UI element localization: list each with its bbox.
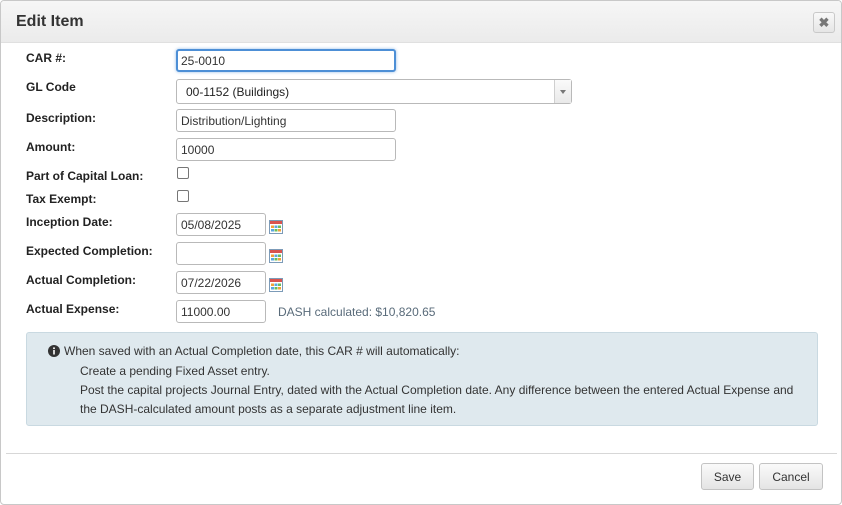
info-item-journal-entry: Post the capital projects Journal Entry,… xyxy=(80,383,794,416)
info-box: When saved with an Actual Completion dat… xyxy=(26,332,818,426)
close-icon: ✖ xyxy=(818,15,830,30)
actual-expense-label: Actual Expense: xyxy=(26,302,120,316)
calendar-icon[interactable] xyxy=(269,278,283,292)
info-item-fixed-asset: Create a pending Fixed Asset entry. xyxy=(80,364,270,378)
calendar-icon[interactable] xyxy=(269,220,283,234)
gl-code-label: GL Code xyxy=(26,80,76,94)
info-intro: When saved with an Actual Completion dat… xyxy=(64,344,460,358)
actual-completion-label: Actual Completion: xyxy=(26,273,136,287)
inception-date-input[interactable] xyxy=(176,213,266,236)
dialog-titlebar: Edit Item ✖ xyxy=(1,1,841,43)
calendar-icon[interactable] xyxy=(269,249,283,263)
description-input[interactable] xyxy=(176,109,396,132)
expected-completion-label: Expected Completion: xyxy=(26,244,153,258)
car-number-input[interactable] xyxy=(176,49,396,72)
capital-loan-label: Part of Capital Loan: xyxy=(26,169,144,183)
tax-exempt-checkbox[interactable] xyxy=(177,190,189,202)
chevron-down-icon[interactable] xyxy=(554,80,571,103)
edit-item-dialog: Edit Item ✖ CAR #: GL Code 00-1152 (Buil… xyxy=(0,0,842,505)
footer-divider xyxy=(6,453,837,454)
amount-label: Amount: xyxy=(26,140,76,154)
amount-input[interactable] xyxy=(176,138,396,161)
close-button[interactable]: ✖ xyxy=(813,12,835,33)
dash-calculated-text: DASH calculated: $10,820.65 xyxy=(278,305,436,319)
actual-completion-input[interactable] xyxy=(176,271,266,294)
info-icon xyxy=(48,345,60,357)
expected-completion-input[interactable] xyxy=(176,242,266,265)
gl-code-select[interactable]: 00-1152 (Buildings) xyxy=(176,79,572,104)
description-label: Description: xyxy=(26,111,97,125)
inception-date-label: Inception Date: xyxy=(26,215,113,229)
dialog-title: Edit Item xyxy=(16,13,84,30)
gl-code-selected-value: 00-1152 (Buildings) xyxy=(186,85,290,99)
cancel-button[interactable]: Cancel xyxy=(759,463,823,490)
tax-exempt-label: Tax Exempt: xyxy=(26,192,97,206)
save-button[interactable]: Save xyxy=(701,463,754,490)
actual-expense-input[interactable] xyxy=(176,300,266,323)
capital-loan-checkbox[interactable] xyxy=(177,167,189,179)
car-label: CAR #: xyxy=(26,51,67,65)
